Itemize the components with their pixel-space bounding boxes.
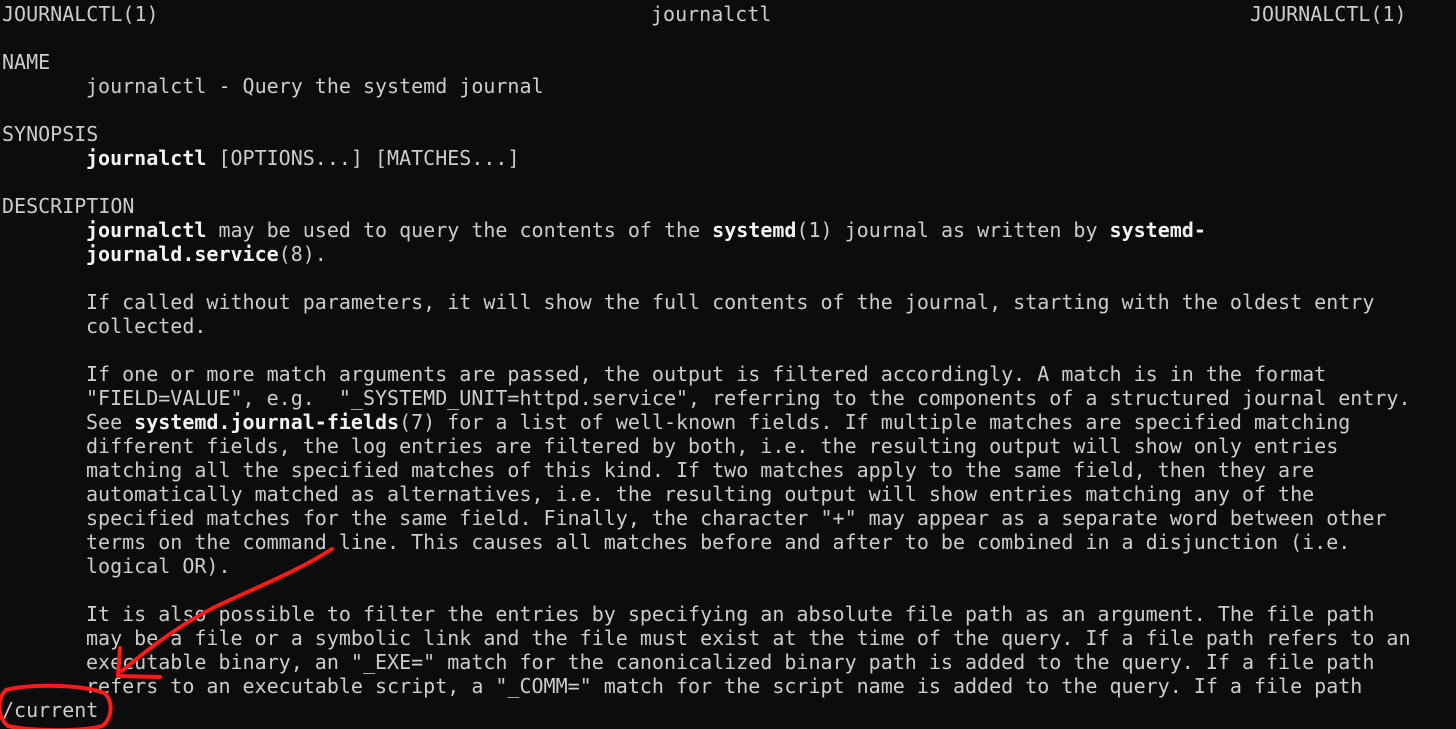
synopsis-args: [OPTIONS...] [MATCHES...] [206, 146, 520, 170]
section-synopsis-heading: SYNOPSIS [2, 122, 99, 146]
desc-line: different fields, the log entries are fi… [86, 434, 1339, 458]
desc-line: logical OR). [86, 554, 231, 578]
desc-line: refers to an executable script, a "_COMM… [86, 674, 1363, 698]
desc-text: (7) for a list of well-known fields. If … [399, 410, 1351, 434]
desc-line: "FIELD=VALUE", e.g. "_SYSTEMD_UNIT=httpd… [86, 386, 1411, 410]
header-center: journalctl [651, 2, 772, 26]
section-name-heading: NAME [2, 50, 51, 74]
desc-text: See [86, 410, 135, 434]
header-right: JOURNALCTL(1) [1250, 2, 1407, 26]
desc-line: journald.service(8). [86, 242, 327, 266]
desc-line: matching all the specified matches of th… [86, 458, 1315, 482]
desc-line: See systemd.journal-fields(7) for a list… [86, 410, 1350, 434]
section-description-heading: DESCRIPTION [2, 194, 135, 218]
synopsis-command: journalctl [86, 146, 207, 170]
desc-line: If called without parameters, it will sh… [86, 290, 1375, 314]
desc-line: executable binary, an "_EXE=" match for … [86, 650, 1375, 674]
desc-line: If one or more match arguments are passe… [86, 362, 1327, 386]
desc-line: terms on the command line. This causes a… [86, 530, 1351, 554]
desc-bold-term: systemd- [1109, 218, 1206, 242]
desc-line: automatically matched as alternatives, i… [86, 482, 1315, 506]
header-left: JOURNALCTL(1) [2, 2, 159, 26]
synopsis-line: journalctl [OPTIONS...] [MATCHES...] [86, 146, 520, 170]
desc-line: It is also possible to filter the entrie… [86, 602, 1375, 626]
desc-line: collected. [86, 314, 207, 338]
desc-bold-term: systemd.journal-fields [134, 410, 400, 434]
desc-text: may be used to query the contents of the [206, 218, 713, 242]
desc-line: may be a file or a symbolic link and the… [86, 626, 1411, 650]
desc-text: (1) journal as written by [796, 218, 1110, 242]
search-prompt-input[interactable]: /current [2, 698, 98, 722]
desc-line: journalctl may be used to query the cont… [86, 218, 1206, 242]
name-line: journalctl - Query the systemd journal [86, 74, 544, 98]
terminal-window[interactable]: JOURNALCTL(1) journalctl JOURNALCTL(1) N… [0, 0, 1456, 729]
desc-text: (8). [278, 242, 327, 266]
desc-bold-term: journald.service [86, 242, 279, 266]
desc-bold-term: journalctl [86, 218, 207, 242]
desc-bold-term: systemd [712, 218, 797, 242]
desc-line: specified matches for the same field. Fi… [86, 506, 1387, 530]
